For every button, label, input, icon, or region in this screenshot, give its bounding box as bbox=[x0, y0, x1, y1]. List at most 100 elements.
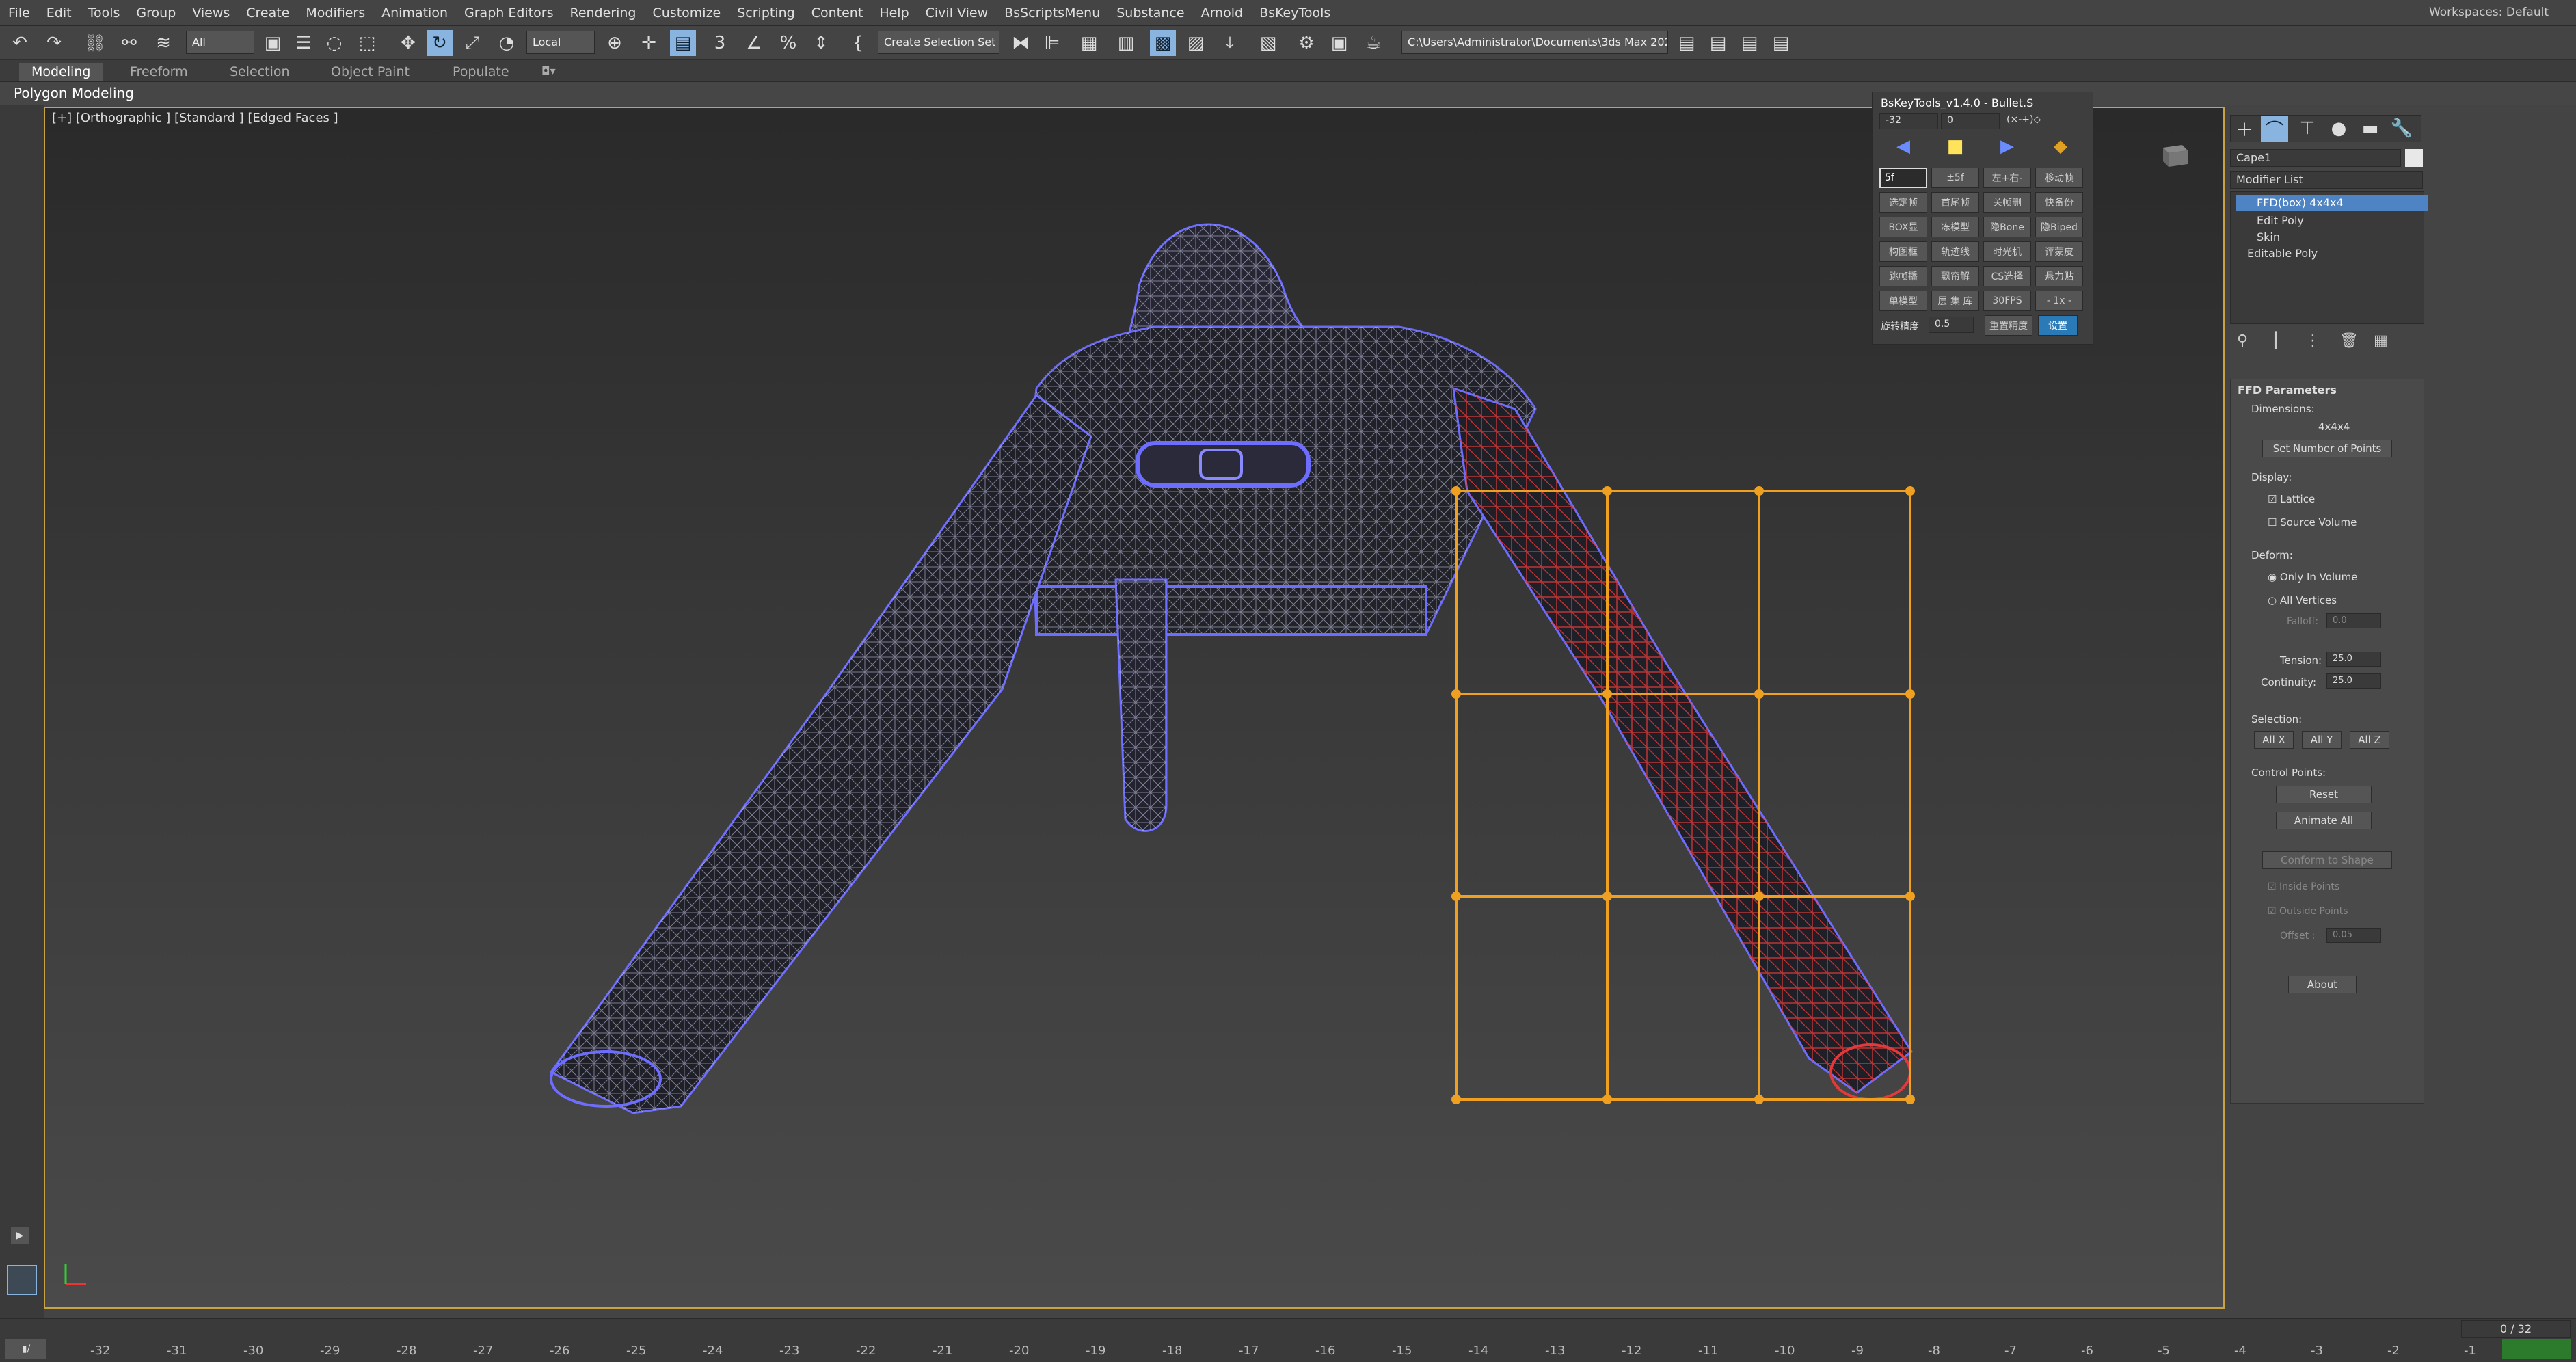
menu-group[interactable]: Group bbox=[128, 5, 184, 21]
bk-button[interactable]: 时光机 bbox=[1983, 241, 2031, 262]
bk-button[interactable]: 首尾帧 bbox=[1931, 192, 1979, 213]
continuity-spinner[interactable]: 25.0 bbox=[2326, 673, 2381, 689]
menu-rendering[interactable]: Rendering bbox=[561, 5, 644, 21]
percent-snap-icon[interactable]: % bbox=[775, 30, 801, 56]
spinner-snap-icon[interactable]: ⇕ bbox=[808, 30, 834, 56]
named-selection-dropdown[interactable]: Create Selection Set bbox=[878, 31, 999, 54]
menu-modifiers[interactable]: Modifiers bbox=[297, 5, 373, 21]
bk-button[interactable]: 跳帧播 bbox=[1879, 266, 1927, 286]
bk-button[interactable]: 飘帘解 bbox=[1931, 266, 1979, 286]
stack-item-editable-poly[interactable]: Editable Poly bbox=[2236, 245, 2428, 262]
menu-edit[interactable]: Edit bbox=[38, 5, 80, 21]
bk-button[interactable]: 快备份 bbox=[2035, 192, 2083, 213]
bind-spacewarp-icon[interactable]: ≋ bbox=[150, 30, 176, 56]
inside-points-checkbox[interactable]: ☑ Inside Points bbox=[2268, 881, 2339, 892]
toggle-ribbon-icon[interactable]: ▩ bbox=[1150, 30, 1176, 56]
set-number-of-points-button[interactable]: Set Number of Points bbox=[2262, 440, 2392, 457]
outside-points-checkbox[interactable]: ☑ Outside Points bbox=[2268, 906, 2348, 917]
falloff-spinner[interactable]: 0.0 bbox=[2326, 613, 2381, 628]
menu-create[interactable]: Create bbox=[238, 5, 297, 21]
menu-file[interactable]: File bbox=[0, 5, 38, 21]
project-settings-icon[interactable]: ▤ bbox=[1768, 30, 1794, 56]
redo-icon[interactable]: ↷ bbox=[41, 30, 67, 56]
rotate-icon[interactable]: ↻ bbox=[427, 30, 453, 56]
selection-region-icon[interactable]: ◌ bbox=[321, 30, 347, 56]
link-icon[interactable]: ⛓ bbox=[82, 30, 108, 56]
next-key-icon[interactable]: ▶ bbox=[1983, 136, 2031, 157]
tab-populate[interactable]: Populate bbox=[440, 63, 522, 81]
pivot-center-icon[interactable]: ⊕ bbox=[602, 30, 628, 56]
object-name-field[interactable]: Cape1 bbox=[2230, 149, 2401, 167]
menu-tools[interactable]: Tools bbox=[80, 5, 129, 21]
place-icon[interactable]: ◔ bbox=[494, 30, 520, 56]
bk-button[interactable]: 评蒙皮 bbox=[2035, 241, 2083, 262]
modifier-list-dropdown[interactable]: Modifier List bbox=[2230, 171, 2423, 189]
bk-button[interactable]: ±5f bbox=[1931, 168, 1979, 188]
all-z-button[interactable]: All Z bbox=[2350, 731, 2389, 749]
create-tab-icon[interactable]: ＋ bbox=[2231, 116, 2258, 142]
source-volume-checkbox[interactable]: ☐ Source Volume bbox=[2268, 516, 2357, 529]
bk-button[interactable]: 选定帧 bbox=[1879, 192, 1927, 213]
stack-item-skin[interactable]: Skin bbox=[2236, 229, 2428, 245]
viewport-layout-thumb[interactable] bbox=[7, 1265, 37, 1295]
ribbon-options-icon[interactable]: ◘▾ bbox=[529, 63, 568, 81]
menu-customize[interactable]: Customize bbox=[645, 5, 729, 21]
bk-button[interactable]: 30FPS bbox=[1983, 291, 2031, 311]
all-x-button[interactable]: All X bbox=[2254, 731, 2294, 749]
remove-modifier-icon[interactable]: 🗑 bbox=[2339, 332, 2359, 349]
select-by-name-icon[interactable]: ☰ bbox=[291, 30, 317, 56]
reset-button[interactable]: Reset bbox=[2276, 786, 2372, 803]
menu-arnold[interactable]: Arnold bbox=[1193, 5, 1251, 21]
all-y-button[interactable]: All Y bbox=[2302, 731, 2342, 749]
bk-button[interactable]: 轨迹线 bbox=[1931, 241, 1979, 262]
utilities-tab-icon[interactable]: 🔧 bbox=[2388, 116, 2415, 142]
menu-views[interactable]: Views bbox=[184, 5, 238, 21]
menu-help[interactable]: Help bbox=[871, 5, 917, 21]
bk-button[interactable]: - 1x - bbox=[2035, 291, 2083, 311]
time-slider[interactable]: ▮/ 0 / 32 -32 -31 -30 -29 -28 -27 -26 -25 -24 -23… bbox=[0, 1318, 2576, 1362]
frame-counter[interactable]: 0 / 32 bbox=[2461, 1320, 2571, 1338]
bk-field-2[interactable]: 0 bbox=[1941, 113, 2000, 129]
make-unique-icon[interactable]: ⋮ bbox=[2305, 332, 2320, 349]
menu-animation[interactable]: Animation bbox=[373, 5, 456, 21]
window-crossing-icon[interactable]: ⬚ bbox=[354, 30, 380, 56]
rendered-frame-icon[interactable]: ▣ bbox=[1326, 30, 1352, 56]
snaps-toggle-icon[interactable]: 3 bbox=[707, 30, 733, 56]
undo-icon[interactable]: ↶ bbox=[7, 30, 33, 56]
ribbon-panel-label[interactable]: Polygon Modeling bbox=[0, 82, 2576, 105]
bk-precision-input[interactable]: 0.5 bbox=[1929, 317, 1974, 333]
project-folder-icon[interactable]: ▤ bbox=[1674, 30, 1700, 56]
render-setup-icon[interactable]: ⚙ bbox=[1293, 30, 1319, 56]
bk-button[interactable]: BOX显 bbox=[1879, 217, 1927, 237]
bk-button[interactable]: 左+右- bbox=[1983, 168, 2031, 188]
angle-snap-icon[interactable]: ∠ bbox=[741, 30, 767, 56]
tension-spinner[interactable]: 25.0 bbox=[2326, 652, 2381, 667]
bk-button[interactable]: 单模型 bbox=[1879, 291, 1927, 311]
stack-item-ffd[interactable]: FFD(box) 4x4x4 bbox=[2236, 195, 2428, 211]
menu-bskeytools[interactable]: BsKeyTools bbox=[1251, 5, 1339, 21]
dope-sheet-icon[interactable]: ⤓ bbox=[1217, 30, 1243, 56]
stack-item-edit-poly[interactable]: Edit Poly bbox=[2236, 213, 2428, 229]
tab-selection[interactable]: Selection bbox=[217, 63, 302, 81]
playhead[interactable] bbox=[2502, 1339, 2571, 1359]
bk-button[interactable]: 隐Biped bbox=[2035, 217, 2083, 237]
expand-layout-icon[interactable]: ▶ bbox=[11, 1227, 29, 1244]
stop-icon[interactable]: ■ bbox=[1931, 136, 1979, 157]
conform-to-shape-button[interactable]: Conform to Shape bbox=[2262, 851, 2392, 869]
hierarchy-tab-icon[interactable]: ⊤ bbox=[2294, 116, 2321, 142]
scene-explorer-icon[interactable]: ▦ bbox=[1076, 30, 1102, 56]
motion-tab-icon[interactable]: ● bbox=[2325, 116, 2352, 142]
mini-curve-editor-icon[interactable]: ▮/ bbox=[5, 1339, 46, 1359]
workspace-selector[interactable]: Workspaces: Default bbox=[2429, 5, 2549, 19]
move-icon[interactable]: ✥ bbox=[395, 30, 421, 56]
tab-freeform[interactable]: Freeform bbox=[118, 63, 200, 81]
menu-graph-editors[interactable]: Graph Editors bbox=[456, 5, 561, 21]
menu-substance[interactable]: Substance bbox=[1108, 5, 1192, 21]
project-path-dropdown[interactable]: C:\Users\Administrator\Documents\3ds Max… bbox=[1401, 31, 1668, 54]
pin-stack-icon[interactable]: ⚲ bbox=[2237, 332, 2248, 349]
mirror-icon[interactable]: ⧓ bbox=[1008, 30, 1034, 56]
bk-field-1[interactable]: -32 bbox=[1879, 113, 1938, 129]
project-new-icon[interactable]: ▤ bbox=[1736, 30, 1762, 56]
select-manipulate-icon[interactable]: ✛ bbox=[636, 30, 662, 56]
material-editor-icon[interactable]: ▧ bbox=[1255, 30, 1281, 56]
